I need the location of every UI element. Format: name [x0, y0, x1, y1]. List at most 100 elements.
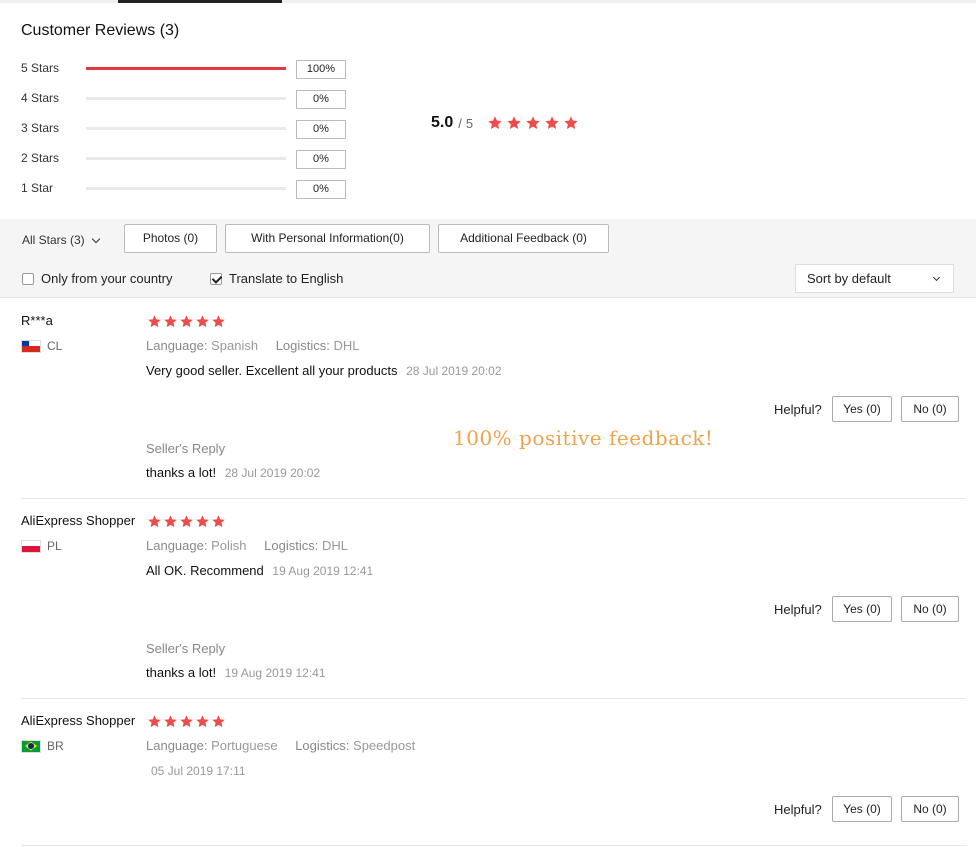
rating-bar-track: [86, 67, 286, 70]
star-icon: [148, 515, 161, 528]
average-stars: [487, 115, 582, 131]
rating-label: 4 Stars: [21, 91, 60, 105]
review-filter-bar: All Stars (3) Photos (0) With Personal I…: [0, 219, 976, 298]
review-text: All OK. Recommend 19 Aug 2019 12:41: [146, 563, 373, 578]
logistics-key: Logistics:: [264, 538, 319, 553]
star-icon: [164, 515, 177, 528]
reviewer-name: AliExpress Shopper: [21, 713, 136, 728]
helpful-yes-button[interactable]: Yes (0): [832, 396, 892, 422]
country-code: PL: [47, 539, 62, 553]
helpful-yes-button[interactable]: Yes (0): [832, 596, 892, 622]
rating-row-4[interactable]: 4 Stars 0%: [21, 89, 351, 109]
personal-info-filter-button[interactable]: With Personal Information(0): [225, 224, 430, 253]
rating-label: 3 Stars: [21, 121, 60, 135]
review-body: All OK. Recommend: [146, 563, 264, 578]
average-score: 5.0: [431, 114, 454, 131]
rating-row-1[interactable]: 1 Star 0%: [21, 179, 351, 199]
review-stars: [147, 514, 227, 529]
star-icon: [526, 116, 540, 129]
active-tab-indicator: [118, 0, 282, 3]
star-icon: [196, 315, 209, 328]
reviewer-name: R***a: [21, 313, 53, 328]
only-country-checkbox[interactable]: [22, 272, 34, 285]
brazil-flag-icon: [21, 739, 41, 753]
rating-row-3[interactable]: 3 Stars 0%: [21, 119, 351, 139]
country-code: BR: [47, 739, 64, 753]
photos-filter-button[interactable]: Photos (0): [124, 224, 217, 253]
star-icon: [564, 116, 578, 129]
section-title: Customer Reviews (3): [21, 22, 180, 39]
review-stars: [147, 314, 227, 329]
sort-select-value: Sort by default: [807, 271, 891, 286]
promo-overlay-text: 100% positive feedback!: [453, 426, 714, 450]
star-icon: [212, 315, 225, 328]
additional-feedback-filter-button[interactable]: Additional Feedback (0): [438, 224, 609, 253]
language-value: Spanish: [211, 338, 259, 353]
language-key: Language:: [146, 538, 208, 553]
reply-body: thanks a lot!: [146, 465, 217, 480]
rating-bar-track: [86, 127, 286, 130]
star-icon: [180, 315, 193, 328]
rating-row-2[interactable]: 2 Stars 0%: [21, 149, 351, 169]
language-key: Language:: [146, 738, 208, 753]
chevron-down-icon: [91, 234, 100, 243]
rating-percent: 100%: [296, 60, 346, 79]
review-date: 05 Jul 2019 17:11: [151, 764, 246, 778]
review-date: 19 Aug 2019 12:41: [272, 564, 374, 578]
all-stars-label: All Stars (3): [22, 233, 85, 247]
helpful-no-button[interactable]: No (0): [901, 396, 959, 422]
review-text: 05 Jul 2019 17:11: [146, 763, 246, 778]
logistics-value: Speedpost: [353, 738, 416, 753]
sort-select[interactable]: Sort by default: [795, 264, 954, 293]
rating-percent: 0%: [296, 90, 346, 109]
rating-row-5[interactable]: 5 Stars 100%: [21, 59, 351, 79]
reviewer-country: BR: [21, 739, 64, 753]
chevron-down-icon: [932, 273, 941, 282]
star-icon: [507, 116, 521, 129]
country-code: CL: [47, 339, 63, 353]
star-icon: [196, 715, 209, 728]
helpful-no-button[interactable]: No (0): [901, 596, 959, 622]
reply-date: 28 Jul 2019 20:02: [224, 466, 321, 480]
language-key: Language:: [146, 338, 208, 353]
review-body: Very good seller. Excellent all your pro…: [146, 363, 398, 378]
review-meta: Language: Portuguese Logistics: Speedpos…: [146, 738, 415, 753]
average-max: 5: [465, 115, 474, 131]
only-country-option[interactable]: Only from your country: [22, 271, 173, 286]
star-icon: [164, 715, 177, 728]
review-date: 28 Jul 2019 20:02: [406, 364, 502, 378]
logistics-value: DHL: [321, 538, 348, 553]
reviewer-country: PL: [21, 539, 62, 553]
reply-date: 19 Aug 2019 12:41: [224, 666, 326, 680]
helpful-label: Helpful?: [774, 602, 822, 617]
language-value: Portuguese: [211, 738, 278, 753]
star-icon: [164, 315, 177, 328]
helpful-no-button[interactable]: No (0): [901, 796, 959, 822]
star-icon: [196, 515, 209, 528]
all-stars-dropdown[interactable]: All Stars (3): [22, 233, 100, 247]
helpful-label: Helpful?: [774, 402, 822, 417]
review-stars: [147, 714, 227, 729]
sellers-reply-label: Seller's Reply: [146, 641, 226, 656]
rating-bar-track: [86, 187, 286, 190]
average-rating: 5.0 / 5: [431, 110, 582, 136]
rating-percent: 0%: [296, 150, 346, 169]
translate-option[interactable]: Translate to English: [210, 271, 343, 286]
translate-checkbox[interactable]: [210, 272, 222, 285]
rating-bar-track: [86, 97, 286, 100]
star-icon: [148, 715, 161, 728]
sellers-reply-label: Seller's Reply: [146, 441, 226, 456]
logistics-key: Logistics:: [275, 338, 330, 353]
helpful-yes-button[interactable]: Yes (0): [832, 796, 892, 822]
star-icon: [212, 515, 225, 528]
rating-bar-track: [86, 157, 286, 160]
review-divider: [21, 698, 965, 699]
rating-percent: 0%: [296, 120, 346, 139]
star-icon: [180, 515, 193, 528]
star-icon: [545, 116, 559, 129]
poland-flag-icon: [21, 539, 41, 553]
helpful-label: Helpful?: [774, 802, 822, 817]
star-icon: [180, 715, 193, 728]
star-icon: [488, 116, 502, 129]
rating-bar-fill: [86, 67, 286, 70]
